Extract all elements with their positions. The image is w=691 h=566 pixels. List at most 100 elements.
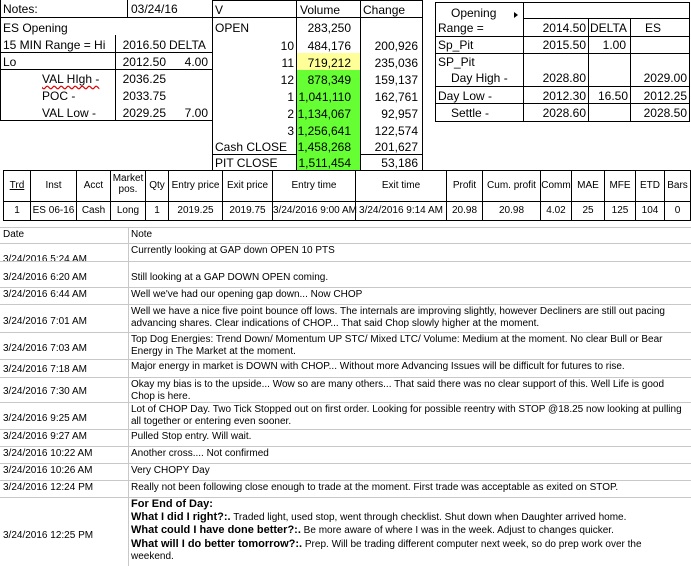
cash-close-volume: 1,458,268: [297, 140, 351, 154]
trade-col-header[interactable]: Qty: [146, 180, 168, 191]
note-text[interactable]: Okay my bias is to the upside... Wow so …: [131, 379, 687, 402]
eod-a1: Traded light, used stop, went through ch…: [230, 511, 627, 523]
note-text[interactable]: Still looking at a GAP DOWN OPEN coming.: [131, 272, 687, 287]
note-date[interactable]: 3/24/2016 6:44 AM: [3, 289, 87, 301]
left-extra-5: 7.00: [184, 106, 208, 120]
notes-header-date[interactable]: Date: [3, 229, 24, 241]
note-date[interactable]: 3/24/2016 7:18 AM: [3, 364, 87, 376]
left-label-4: POC -: [42, 89, 76, 103]
trade-cell: Long: [116, 205, 140, 216]
sp-pit2-label: SP_Pit: [438, 55, 475, 69]
note-text[interactable]: Currently looking at GAP down OPEN 10 PT…: [131, 245, 687, 261]
vol-volume: 1,256,641: [297, 124, 351, 138]
vol-period: 3: [287, 124, 294, 138]
pit-close-label: PIT CLOSE: [215, 156, 278, 170]
note-text-last[interactable]: For End of Day: What I did I right?:. Tr…: [131, 498, 687, 564]
trade-col-header[interactable]: Exit price: [223, 180, 272, 191]
note-text[interactable]: Major energy in market is DOWN with CHOP…: [131, 361, 687, 377]
left-value-4: 2033.75: [122, 89, 166, 103]
left-value-3: 2036.25: [122, 72, 166, 86]
note-date[interactable]: 3/24/2016 9:27 AM: [3, 431, 87, 443]
note-text[interactable]: Very CHOPY Day: [131, 465, 687, 480]
note-text[interactable]: Really not been following close enough t…: [131, 482, 687, 497]
sheet-date[interactable]: 03/24/16: [131, 2, 178, 16]
trade-cell: 3/24/2016 9:14 AM: [359, 205, 443, 216]
left-label-2: Lo: [3, 55, 17, 69]
note-date[interactable]: 3/24/2016 6:20 AM: [3, 272, 87, 284]
note-text[interactable]: Lot of CHOP Day. Two Tick Stopped out on…: [131, 404, 687, 429]
trade-col-header[interactable]: MFE: [605, 180, 635, 191]
trade-col-header[interactable]: Profit: [447, 180, 482, 191]
left-extra-2: 4.00: [184, 55, 208, 69]
trade-col-header[interactable]: Cum. profit: [483, 180, 540, 191]
trade-cell: 20.98: [451, 205, 478, 216]
trade-col-header[interactable]: Bars: [665, 180, 690, 191]
note-text[interactable]: Well we've had our opening gap down... N…: [131, 289, 687, 304]
trade-col-header[interactable]: Trd: [4, 180, 30, 191]
cash-close-label: Cash CLOSE: [215, 140, 288, 154]
note-date[interactable]: 3/24/2016 12:24 PM: [3, 482, 93, 494]
vol-change: 122,574: [374, 124, 418, 138]
trade-col-header[interactable]: Acct: [77, 180, 110, 191]
left-value-5: 2029.25: [122, 106, 166, 120]
range-label: Range =: [438, 21, 484, 35]
vol-volume: 1,041,110: [298, 90, 352, 104]
sp-pit-value: 2015.50: [542, 38, 586, 52]
vol-header-volume: Volume: [300, 3, 341, 17]
note-text[interactable]: Well we have a nice five point bounce of…: [131, 306, 687, 332]
opening-label: Opening: [451, 6, 497, 20]
trade-col-header[interactable]: MAE: [572, 180, 604, 191]
note-date[interactable]: 3/24/2016 10:26 AM: [3, 465, 93, 477]
notes-label: Notes:: [3, 2, 38, 16]
note-date[interactable]: 3/24/2016 7:30 AM: [3, 386, 87, 398]
trade-cell: 104: [641, 205, 659, 216]
trade-col-header[interactable]: Inst: [31, 180, 76, 191]
note-date[interactable]: 3/24/2016 7:03 AM: [3, 343, 87, 355]
note-date[interactable]: 3/24/2016 5:24 AM: [3, 254, 87, 266]
trade-col-header[interactable]: Exit time: [356, 180, 446, 191]
vol-open-label: OPEN: [215, 21, 250, 35]
note-date[interactable]: 3/24/2016 10:22 AM: [3, 448, 93, 460]
trade-col-header[interactable]: Comm: [541, 180, 571, 191]
vol-period: 2: [287, 107, 294, 121]
vol-change: 200,926: [374, 39, 418, 53]
pit-close-volume: 1,511,454: [298, 156, 352, 170]
cash-close-change: 201,627: [374, 140, 418, 154]
vol-volume: 719,212: [307, 56, 351, 70]
trade-col-header[interactable]: Entry time: [273, 180, 355, 191]
vol-volume: 878,349: [307, 73, 351, 87]
trade-cell: 2019.25: [177, 205, 214, 216]
trade-cell: 20.98: [498, 205, 525, 216]
caret-right-icon[interactable]: [514, 12, 518, 18]
es-label: ES: [645, 21, 662, 35]
grid-line: [0, 17, 212, 18]
vol-change: 92,957: [381, 107, 418, 121]
settle-es: 2028.50: [643, 106, 687, 120]
trade-col-header[interactable]: ETD: [636, 180, 664, 191]
trade-col-header[interactable]: Entry price: [169, 180, 222, 191]
eod-a2: Be more aware of where I was in the week…: [300, 525, 614, 536]
sp-pit-label: Sp_Pit: [438, 38, 474, 52]
trade-cell: 1: [154, 205, 160, 216]
note-date[interactable]: 3/24/2016 9:25 AM: [3, 413, 87, 425]
note-text[interactable]: Another cross.... Not confirmed: [131, 448, 687, 463]
vol-change: 235,036: [374, 56, 418, 70]
vol-open-volume: 283,250: [307, 21, 351, 35]
trade-col-header[interactable]: Market pos.: [111, 173, 145, 195]
eod-q2: What could I have done better?:.: [131, 524, 301, 536]
left-label-1: 15 MIN Range = Hi: [3, 38, 106, 52]
pit-close-change: 53,186: [381, 156, 418, 170]
note-text[interactable]: Top Dog Energies: Trend Down/ Momentum U…: [131, 334, 687, 359]
note-text[interactable]: Pulled Stop entry. Will wait.: [131, 431, 687, 446]
note-date-last[interactable]: 3/24/2016 12:25 PM: [3, 530, 93, 542]
note-date[interactable]: 3/24/2016 7:01 AM: [3, 316, 87, 328]
settle-value: 2028.60: [542, 106, 586, 120]
vol-period: 12: [280, 73, 294, 87]
notes-header-note[interactable]: Note: [131, 229, 152, 241]
day-low-delta: 16.50: [597, 89, 628, 103]
delta-label: DELTA: [590, 21, 627, 35]
left-label-3: VAL HIgh -: [42, 72, 100, 86]
trade-cell: ES 06-16: [32, 205, 75, 216]
day-low-value: 2012.30: [542, 89, 586, 103]
left-label-5: VAL Low -: [42, 106, 97, 120]
